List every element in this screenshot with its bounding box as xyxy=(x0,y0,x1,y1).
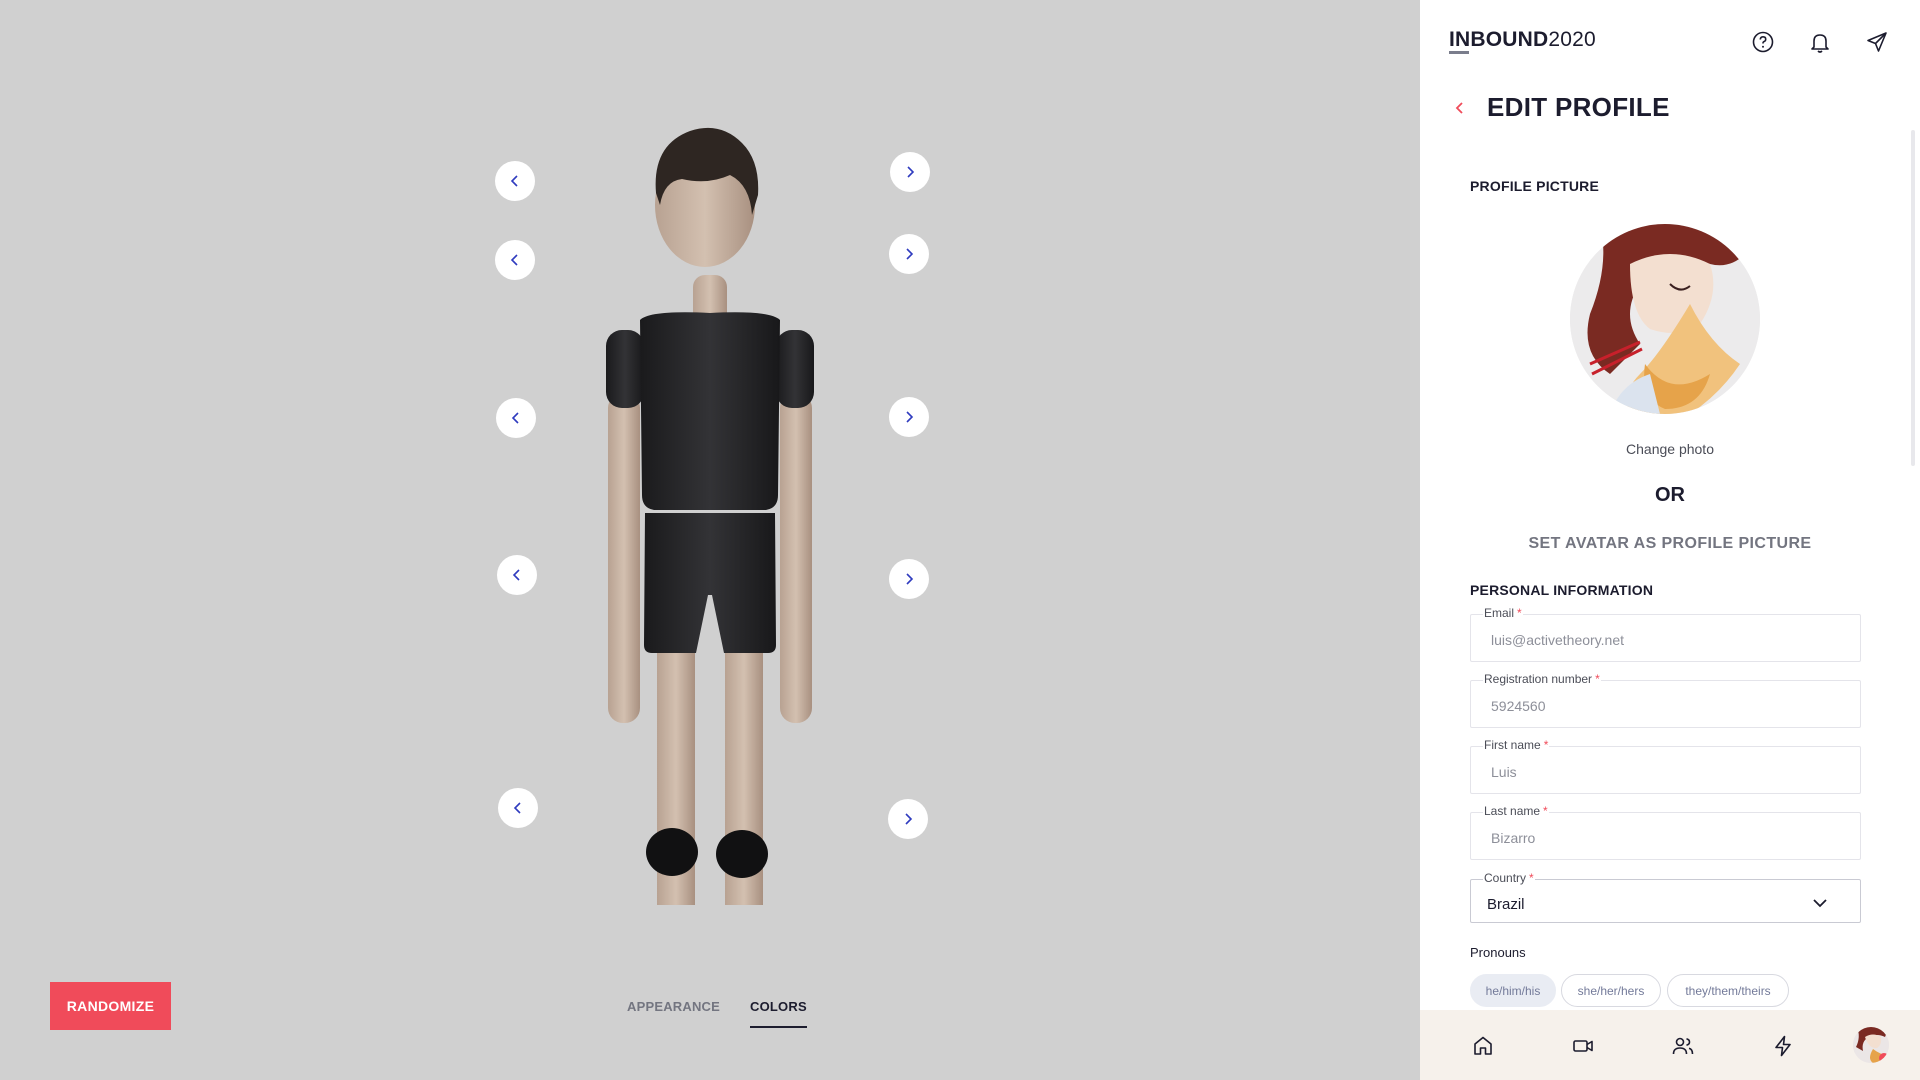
last-name-value: Bizarro xyxy=(1491,830,1536,846)
randomize-button[interactable]: RANDOMIZE xyxy=(50,982,171,1030)
title-row: EDIT PROFILE xyxy=(1420,86,1920,132)
change-photo-link[interactable]: Change photo xyxy=(1420,441,1920,457)
tab-colors[interactable]: COLORS xyxy=(750,984,807,1028)
avatar-shirt xyxy=(640,312,780,510)
chevron-right-icon xyxy=(905,813,913,825)
page-title: EDIT PROFILE xyxy=(1487,92,1670,122)
prev-bottom-button[interactable] xyxy=(497,555,537,595)
prev-top-button[interactable] xyxy=(496,398,536,438)
country-select[interactable]: Country * Brazil xyxy=(1470,871,1861,923)
send-icon[interactable] xyxy=(1862,27,1892,57)
help-circle-icon[interactable] xyxy=(1748,27,1778,57)
next-hair-button[interactable] xyxy=(890,152,930,192)
bottom-nav xyxy=(1420,1010,1920,1080)
prev-hair-button[interactable] xyxy=(495,161,535,201)
profile-picture-image xyxy=(1570,224,1760,414)
brand-name: INBOUND xyxy=(1449,28,1549,51)
edit-profile-panel: INBOUND2020 EDIT PROFILE PROFILE PICTURE xyxy=(1420,0,1920,1080)
avatar-right-arm xyxy=(780,393,812,723)
chevron-left-icon xyxy=(513,802,521,814)
first-name-value: Luis xyxy=(1491,764,1517,780)
video-camera-icon[interactable] xyxy=(1569,1032,1597,1060)
panel-header: INBOUND2020 xyxy=(1420,0,1920,82)
chevron-left-icon xyxy=(1455,102,1463,114)
next-top-button[interactable] xyxy=(889,397,929,437)
field-label: Country * xyxy=(1483,871,1535,885)
next-face-button[interactable] xyxy=(889,234,929,274)
avatar-stage: RANDOMIZE APPEARANCE COLORS xyxy=(0,0,1420,1080)
pronoun-chip-he[interactable]: he/him/his xyxy=(1470,974,1556,1007)
back-button[interactable] xyxy=(1448,96,1472,120)
people-icon[interactable] xyxy=(1669,1032,1697,1060)
field-label-text: First name xyxy=(1484,738,1541,752)
profile-avatar-image xyxy=(1853,1027,1889,1063)
or-divider: OR xyxy=(1655,484,1685,506)
prev-face-button[interactable] xyxy=(495,240,535,280)
pronoun-chip-they[interactable]: they/them/theirs xyxy=(1667,974,1789,1007)
chevron-down-icon xyxy=(1813,899,1827,908)
set-avatar-button[interactable]: SET AVATAR AS PROFILE PICTURE xyxy=(1420,535,1920,553)
profile-picture-heading: PROFILE PICTURE xyxy=(1470,178,1600,194)
chevron-left-icon xyxy=(510,254,518,266)
field-label-text: Email xyxy=(1484,606,1515,620)
field-label: First name * xyxy=(1483,738,1550,752)
avatar-figure[interactable] xyxy=(590,125,830,905)
chevron-right-icon xyxy=(906,573,914,585)
required-mark: * xyxy=(1529,871,1534,885)
avatar-right-shoe xyxy=(716,830,768,878)
avatar-left-sleeve xyxy=(606,330,644,408)
prev-shoes-button[interactable] xyxy=(498,788,538,828)
avatar-left-arm xyxy=(608,393,640,723)
registration-number-value: 5924560 xyxy=(1491,698,1546,714)
chevron-left-icon xyxy=(510,175,518,187)
field-label: Last name * xyxy=(1483,804,1549,818)
field-label-text: Country xyxy=(1484,871,1527,885)
tab-appearance[interactable]: APPEARANCE xyxy=(627,984,720,1028)
lightning-icon[interactable] xyxy=(1769,1032,1797,1060)
field-label: Registration number * xyxy=(1483,672,1601,686)
chevron-right-icon xyxy=(907,166,915,178)
profile-form: PROFILE PICTURE Change photo OR SET AVAT… xyxy=(1420,140,1920,1010)
field-label-text: Registration number xyxy=(1484,672,1593,686)
pronoun-chip-she[interactable]: she/her/hers xyxy=(1561,974,1661,1007)
country-value: Brazil xyxy=(1487,896,1525,913)
avatar-left-shoe xyxy=(646,828,698,876)
personal-info-heading: PERSONAL INFORMATION xyxy=(1470,582,1654,598)
profile-picture[interactable] xyxy=(1570,224,1760,414)
pronouns-label: Pronouns xyxy=(1470,945,1526,960)
profile-avatar[interactable] xyxy=(1853,1027,1889,1063)
email-value: luis@activetheory.net xyxy=(1491,632,1625,648)
home-icon[interactable] xyxy=(1469,1032,1497,1060)
field-label: Email * xyxy=(1483,606,1523,620)
required-mark: * xyxy=(1543,738,1549,752)
chevron-left-icon xyxy=(512,569,520,581)
next-bottom-button[interactable] xyxy=(889,559,929,599)
email-field[interactable]: Email * luis@activetheory.net xyxy=(1470,606,1861,662)
bell-icon[interactable] xyxy=(1805,27,1835,57)
brand-logo[interactable]: INBOUND2020 xyxy=(1449,28,1596,52)
registration-number-field[interactable]: Registration number * 5924560 xyxy=(1470,672,1861,728)
avatar-right-sleeve xyxy=(776,330,814,408)
brand-year: 2020 xyxy=(1548,28,1596,51)
last-name-field[interactable]: Last name * Bizarro xyxy=(1470,804,1861,860)
required-mark: * xyxy=(1517,606,1522,620)
brand-underline xyxy=(1449,51,1469,54)
required-mark: * xyxy=(1595,672,1600,686)
first-name-field[interactable]: First name * Luis xyxy=(1470,738,1861,794)
chevron-left-icon xyxy=(511,412,519,424)
next-shoes-button[interactable] xyxy=(888,799,928,839)
field-label-text: Last name xyxy=(1484,804,1541,818)
avatar-shorts xyxy=(644,513,776,653)
required-mark: * xyxy=(1543,804,1548,818)
customize-tabs: APPEARANCE COLORS xyxy=(600,984,820,1030)
chevron-right-icon xyxy=(906,248,914,260)
chevron-right-icon xyxy=(906,411,914,423)
